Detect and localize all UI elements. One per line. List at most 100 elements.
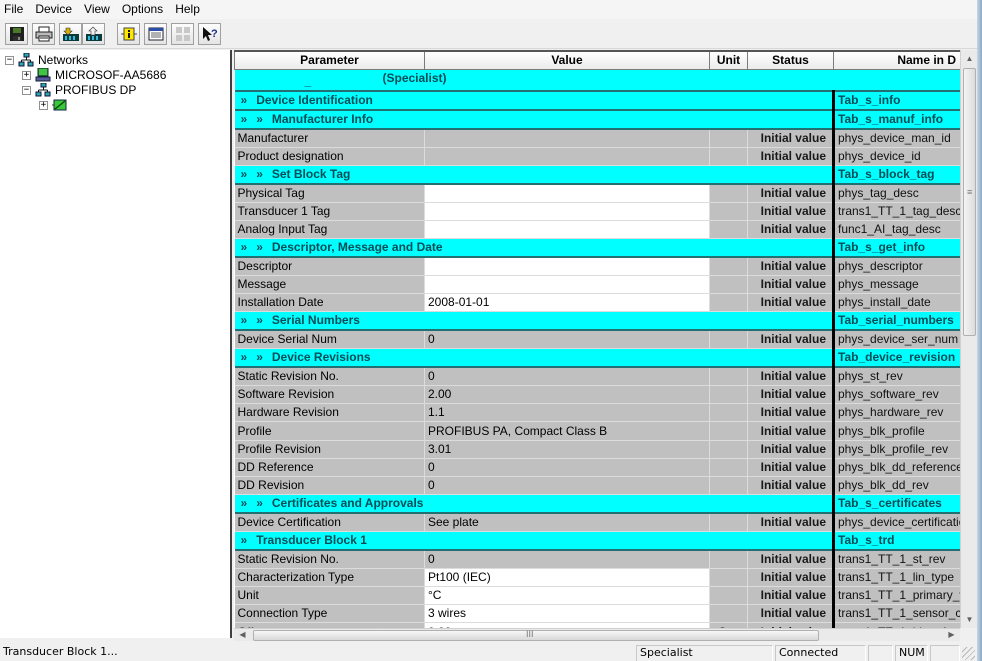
- grid-view-button[interactable]: [171, 23, 194, 45]
- section-row[interactable]: » » Descriptor, Message and Date Tab_s_get_…: [234, 238, 960, 258]
- expand-chevron-icon[interactable]: »: [256, 350, 263, 364]
- parameter-row[interactable]: DD Reference 0 Initial value phys_blk_dd_re…: [234, 458, 960, 477]
- parameter-name-in-dd: phys_blk_profile: [832, 421, 960, 441]
- vertical-scrollbar[interactable]: ▲ ≡ ▼: [960, 50, 977, 628]
- parameter-status: Initial value: [747, 458, 834, 477]
- info-button[interactable]: [117, 23, 140, 45]
- expand-chevron-icon[interactable]: »: [241, 313, 248, 327]
- parameter-value[interactable]: °C: [424, 586, 710, 606]
- horizontal-scroll-thumb[interactable]: III: [253, 629, 819, 641]
- expand-chevron-icon[interactable]: »: [241, 496, 248, 510]
- scroll-up-icon[interactable]: ▲: [961, 50, 978, 67]
- expand-chevron-icon[interactable]: »: [241, 533, 248, 547]
- parameter-row[interactable]: Profile PROFIBUS PA, Compact Class B Initi…: [234, 421, 960, 441]
- vertical-scroll-thumb[interactable]: ≡: [963, 68, 976, 336]
- save-button[interactable]: [5, 23, 28, 45]
- tree-node-device[interactable]: +: [39, 97, 72, 113]
- expand-chevron-icon[interactable]: »: [241, 350, 248, 364]
- expand-chevron-icon[interactable]: »: [241, 167, 248, 181]
- tree-node-networks[interactable]: − Networks: [5, 52, 88, 68]
- parameter-value: 0: [424, 550, 710, 570]
- parameter-row[interactable]: Transducer 1 Tag Initial value trans1_TT_1…: [234, 202, 960, 221]
- context-help-button[interactable]: ?: [198, 23, 221, 45]
- tree-node-profibus-dp[interactable]: − PROFIBUS DP: [22, 82, 136, 98]
- parameter-row[interactable]: Software Revision 2.00 Initial value phys_s…: [234, 385, 960, 405]
- parameter-row[interactable]: Descriptor Initial value phys_descriptor: [234, 256, 960, 276]
- resize-grip-icon[interactable]: [962, 647, 975, 660]
- parameter-row[interactable]: Installation Date 2008-01-01 Initial value…: [234, 293, 960, 313]
- parameter-row[interactable]: Hardware Revision 1.1 Initial value phys_ha…: [234, 403, 960, 423]
- print-button[interactable]: [32, 23, 55, 45]
- expand-chevron-icon[interactable]: »: [256, 496, 263, 510]
- load-to-pg-button[interactable]: [82, 23, 105, 45]
- scroll-left-icon[interactable]: ◀: [234, 629, 251, 642]
- parameter-row[interactable]: Static Revision No. 0 Initial value phys_st…: [234, 367, 960, 387]
- parameter-value[interactable]: [424, 256, 710, 276]
- expand-toggle[interactable]: +: [22, 70, 31, 80]
- section-row[interactable]: » » Certificates and Approvals Tab_s_certif…: [234, 494, 960, 515]
- parameter-status: Initial value: [747, 183, 834, 203]
- parameter-row[interactable]: Physical Tag Initial value phys_tag_desc: [234, 183, 960, 203]
- horizontal-scrollbar[interactable]: ◀ III ▶: [234, 628, 960, 641]
- parameter-value[interactable]: 2008-01-01: [424, 293, 710, 313]
- section-row[interactable]: » » Set Block Tag Tab_s_block_tag: [234, 165, 960, 185]
- scroll-down-icon[interactable]: ▼: [961, 611, 978, 628]
- parameter-row[interactable]: DD Revision 0 Initial value phys_blk_dd_rev: [234, 476, 960, 496]
- menu-options[interactable]: Options: [116, 0, 169, 19]
- status-pane-blank: [930, 645, 960, 661]
- parameter-row[interactable]: Unit°C Initial valuetrans1_TT_1_primary_v…: [234, 586, 960, 606]
- parameter-row[interactable]: Manufacturer Initial value phys_device_man…: [234, 128, 960, 148]
- parameter-row[interactable]: Product designation Initial value phys_dev…: [234, 147, 960, 166]
- menu-device[interactable]: Device: [29, 0, 78, 19]
- parameter-label: Static Revision No.: [234, 550, 425, 570]
- parameter-value: 2.00: [424, 385, 710, 405]
- parameter-value[interactable]: [424, 275, 710, 295]
- expand-chevron-icon[interactable]: »: [256, 112, 263, 126]
- expand-chevron-icon[interactable]: »: [256, 167, 263, 181]
- expand-toggle[interactable]: +: [39, 100, 48, 110]
- expand-chevron-icon[interactable]: »: [241, 112, 248, 126]
- parameter-row[interactable]: Message Initial value phys_message: [234, 275, 960, 295]
- parameter-value[interactable]: Pt100 (IEC): [424, 568, 710, 588]
- column-header-name[interactable]: Name in D: [833, 50, 960, 70]
- menu-help[interactable]: Help: [169, 0, 206, 19]
- parameter-value[interactable]: [424, 202, 710, 221]
- parameter-label: Profile Revision: [234, 440, 425, 459]
- section-row[interactable]: » Device Identification Tab_s_info: [234, 90, 960, 111]
- section-row[interactable]: » » Manufacturer Info Tab_s_manuf_info: [234, 109, 960, 130]
- expand-chevron-icon[interactable]: »: [241, 93, 248, 107]
- column-header-status[interactable]: Status: [747, 50, 834, 70]
- section-title: Descriptor, Message and Date: [271, 239, 443, 254]
- column-header-unit[interactable]: Unit: [709, 50, 748, 70]
- menu-file[interactable]: File: [0, 0, 29, 19]
- parameter-label: Manufacturer: [234, 128, 425, 148]
- parameter-row[interactable]: Connection Type 3 wires Initial value trans…: [234, 604, 960, 624]
- load-to-device-button[interactable]: [59, 23, 82, 45]
- column-header-parameter[interactable]: Parameter: [234, 50, 425, 70]
- parameter-unit: [709, 440, 748, 459]
- parameter-view-button[interactable]: [144, 23, 167, 45]
- column-header-value[interactable]: Value: [424, 50, 710, 70]
- status-message: Transducer Block 1...: [3, 645, 118, 658]
- scroll-right-icon[interactable]: ▶: [943, 629, 960, 642]
- parameter-value[interactable]: [424, 183, 710, 203]
- parameter-value[interactable]: 3 wires: [424, 604, 710, 624]
- menu-view[interactable]: View: [78, 0, 116, 19]
- expand-chevron-icon[interactable]: »: [256, 240, 263, 254]
- collapse-toggle[interactable]: −: [5, 55, 14, 65]
- section-row[interactable]: » Transducer Block 1 Tab_s_trd: [234, 531, 960, 552]
- parameter-row[interactable]: Profile Revision 3.01 Initial value phys_bl…: [234, 440, 960, 459]
- parameter-row[interactable]: Analog Input Tag Initial value func1_AI_ta…: [234, 220, 960, 239]
- section-row[interactable]: » » Device Revisions Tab_device_revision: [234, 348, 960, 369]
- parameter-row[interactable]: Characterization Type Pt100 (IEC) Initial …: [234, 568, 960, 588]
- parameter-row[interactable]: Device Certification See plate Initial val…: [234, 513, 960, 533]
- parameter-value[interactable]: [424, 220, 710, 239]
- collapse-toggle[interactable]: −: [22, 85, 31, 95]
- expand-chevron-icon[interactable]: »: [241, 240, 248, 254]
- tree-node-computer[interactable]: + MICROSOF-AA5686: [22, 67, 166, 83]
- expand-chevron-icon[interactable]: »: [256, 313, 263, 327]
- section-row[interactable]: » » Serial Numbers Tab_serial_numbers: [234, 311, 960, 332]
- section-title: Set Block Tag: [271, 166, 351, 181]
- parameter-row[interactable]: Static Revision No. 0 Initial value trans1_…: [234, 550, 960, 570]
- parameter-row[interactable]: Device Serial Num 0 Initial value phys_devi…: [234, 330, 960, 350]
